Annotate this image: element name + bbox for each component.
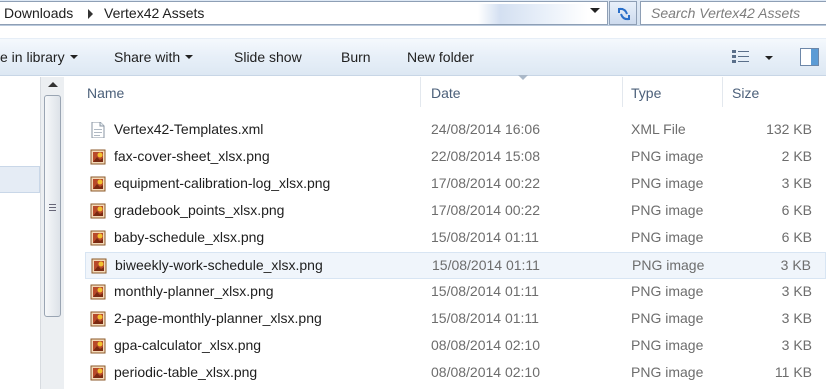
address-history-dropdown-icon[interactable] <box>590 8 600 13</box>
column-header-date[interactable]: Date <box>409 77 609 107</box>
file-date: 17/08/2014 00:22 <box>431 202 540 218</box>
column-header-type[interactable]: Type <box>609 77 709 107</box>
file-row[interactable]: periodic-table_xlsx.png 08/08/2014 02:10 P… <box>85 360 826 387</box>
file-size: 3 KB <box>781 337 812 353</box>
address-bar[interactable]: Downloads Vertex42 Assets <box>0 1 608 25</box>
file-name: 2-page-monthly-planner_xlsx.png <box>114 310 322 326</box>
include-in-library-label: e in library <box>0 49 65 65</box>
file-size: 3 KB <box>781 283 812 299</box>
file-name: monthly-planner_xlsx.png <box>114 283 274 299</box>
scrollbar-thumb[interactable] <box>44 95 61 317</box>
file-size: 6 KB <box>781 229 812 245</box>
command-toolbar: e in library Share with Slide show Burn … <box>0 38 826 76</box>
grip-icon <box>49 210 56 211</box>
png-file-icon <box>90 203 106 219</box>
png-file-icon <box>90 365 106 381</box>
file-date: 22/08/2014 15:08 <box>431 148 540 164</box>
file-name: biweekly-work-schedule_xlsx.png <box>115 257 323 273</box>
nav-selected-item[interactable] <box>0 166 40 193</box>
xml-file-icon <box>90 121 106 139</box>
address-bar-row: Downloads Vertex42 Assets Search Vertex4… <box>0 0 826 26</box>
new-folder-button[interactable]: New folder <box>407 49 474 65</box>
file-type: PNG image <box>631 202 704 218</box>
file-row[interactable]: gpa-calculator_xlsx.png 08/08/2014 02:10 P… <box>85 333 826 360</box>
chevron-down-icon <box>185 55 194 59</box>
file-size: 11 KB <box>774 364 812 380</box>
file-date: 15/08/2014 01:11 <box>432 257 540 273</box>
file-row[interactable]: biweekly-work-schedule_xlsx.png 15/08/201… <box>85 252 826 279</box>
file-size: 3 KB <box>781 175 812 191</box>
file-row[interactable]: equipment-calibration-log_xlsx.png 17/08/… <box>85 171 826 198</box>
column-header-name[interactable]: Name <box>65 77 409 107</box>
search-placeholder: Search Vertex42 Assets <box>651 5 801 21</box>
png-file-icon <box>90 176 106 192</box>
grip-icon <box>49 207 56 208</box>
file-type: PNG image <box>631 283 704 299</box>
file-row[interactable]: gradebook_points_xlsx.png 17/08/2014 00:2… <box>85 198 826 225</box>
file-name: gpa-calculator_xlsx.png <box>114 337 262 353</box>
file-list: Name Date Type Size Vertex42-Templates.x… <box>65 75 826 389</box>
file-date: 15/08/2014 01:11 <box>431 229 539 245</box>
slide-show-button[interactable]: Slide show <box>234 49 302 65</box>
file-date: 24/08/2014 16:06 <box>431 121 540 137</box>
file-row[interactable]: baby-schedule_xlsx.png 15/08/2014 01:11 PN… <box>85 225 826 252</box>
file-row[interactable]: fax-cover-sheet_xlsx.png 22/08/2014 15:08… <box>85 144 826 171</box>
file-name: fax-cover-sheet_xlsx.png <box>114 148 270 164</box>
png-file-icon <box>90 230 106 246</box>
file-size: 3 KB <box>780 257 811 273</box>
png-file-icon <box>91 258 107 274</box>
chevron-down-icon <box>69 55 78 59</box>
refresh-button[interactable] <box>609 1 637 25</box>
file-date: 15/08/2014 01:11 <box>431 310 539 326</box>
file-type: PNG image <box>631 310 704 326</box>
file-date: 17/08/2014 00:22 <box>431 175 540 191</box>
png-file-icon <box>90 311 106 327</box>
include-in-library-button[interactable]: e in library <box>0 49 78 65</box>
file-row[interactable]: Vertex42-Templates.xml 24/08/2014 16:06 XM… <box>85 117 826 144</box>
search-input[interactable]: Search Vertex42 Assets <box>640 1 826 25</box>
file-row[interactable]: 2-page-monthly-planner_xlsx.png 15/08/201… <box>85 306 826 333</box>
file-type: PNG image <box>631 337 704 353</box>
grip-icon <box>49 204 56 205</box>
address-bar-background <box>478 4 588 24</box>
png-file-icon <box>90 338 106 354</box>
view-options-dropdown-icon[interactable] <box>765 56 773 60</box>
file-row[interactable]: monthly-planner_xlsx.png 15/08/2014 01:11… <box>85 279 826 306</box>
file-type: XML File <box>631 121 686 137</box>
file-name: gradebook_points_xlsx.png <box>114 202 285 218</box>
navigation-pane[interactable] <box>0 77 40 389</box>
file-size: 3 KB <box>781 310 812 326</box>
breadcrumb-vertex42-assets[interactable]: Vertex42 Assets <box>104 5 204 21</box>
png-file-icon <box>90 284 106 300</box>
navigation-scrollbar[interactable] <box>40 77 64 389</box>
png-file-icon <box>90 149 106 165</box>
file-size: 2 KB <box>781 148 812 164</box>
sort-descending-icon <box>518 75 528 80</box>
share-with-label: Share with <box>114 49 181 65</box>
burn-button[interactable]: Burn <box>341 49 371 65</box>
column-header-size[interactable]: Size <box>710 77 826 107</box>
refresh-icon <box>618 7 630 21</box>
breadcrumb-downloads[interactable]: Downloads <box>4 5 73 21</box>
file-size: 6 KB <box>781 202 812 218</box>
preview-pane-icon[interactable] <box>800 48 819 66</box>
change-view-icon[interactable] <box>732 49 750 68</box>
file-date: 15/08/2014 01:11 <box>431 283 539 299</box>
file-name: baby-schedule_xlsx.png <box>114 229 265 245</box>
file-type: PNG image <box>631 229 704 245</box>
file-type: PNG image <box>631 175 704 191</box>
file-date: 08/08/2014 02:10 <box>431 364 540 380</box>
scroll-up-arrow-icon[interactable] <box>48 82 58 87</box>
file-date: 08/08/2014 02:10 <box>431 337 540 353</box>
file-name: periodic-table_xlsx.png <box>114 364 258 380</box>
file-name: equipment-calibration-log_xlsx.png <box>114 175 331 191</box>
file-type: PNG image <box>632 257 705 273</box>
share-with-button[interactable]: Share with <box>114 49 194 65</box>
file-type: PNG image <box>631 364 704 380</box>
file-size: 132 KB <box>766 121 812 137</box>
file-type: PNG image <box>631 148 704 164</box>
file-name: Vertex42-Templates.xml <box>114 121 264 137</box>
breadcrumb-separator-icon[interactable] <box>88 9 93 19</box>
